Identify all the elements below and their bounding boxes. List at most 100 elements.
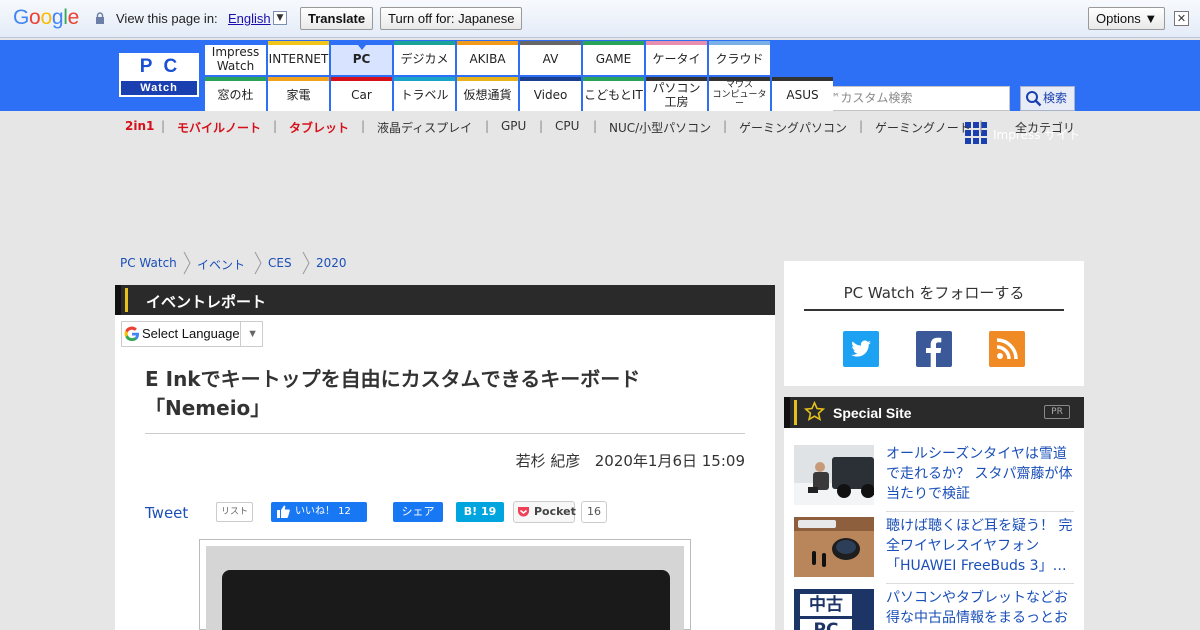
nav-item-label: 仮想通貨 bbox=[463, 87, 512, 102]
section-title: イベントレポート bbox=[146, 293, 267, 311]
facebook-icon[interactable] bbox=[916, 331, 952, 367]
category-link[interactable]: CPU bbox=[555, 119, 579, 133]
view-page-label: View this page in: bbox=[116, 11, 218, 26]
tweet-link[interactable]: Tweet bbox=[145, 504, 188, 522]
nav-item-label: 家電 bbox=[286, 87, 311, 102]
special-item-text: 聴けば聴くほど耳を疑う！ 完全ワイヤレスイヤフォン「HUAWEI FreeBud… bbox=[886, 518, 1073, 574]
turn-off-button[interactable]: Turn off for: Japanese bbox=[380, 7, 523, 30]
special-item-text: パソコンやタブレットなどお得な中古品情報をまるっとお bbox=[886, 590, 1068, 626]
hatena-bookmark-button[interactable]: B! 19 bbox=[456, 502, 504, 522]
nav-item-bottom-7[interactable]: パソコン 工房 bbox=[646, 77, 707, 111]
nav-item-top-7[interactable]: ケータイ bbox=[646, 41, 707, 75]
language-dropdown-icon[interactable]: ▼ bbox=[273, 11, 287, 25]
breadcrumb-item[interactable]: 2020 bbox=[316, 256, 347, 270]
twitter-icon[interactable] bbox=[843, 331, 879, 367]
special-accent-bar bbox=[794, 400, 797, 425]
nav-color-bar bbox=[520, 77, 581, 81]
nav-item-top-6[interactable]: GAME bbox=[583, 41, 644, 75]
language-link[interactable]: English bbox=[228, 11, 271, 26]
lock-icon bbox=[96, 12, 104, 24]
nav-item-bottom-9[interactable]: ASUS bbox=[772, 77, 833, 111]
nav-item-bottom-3[interactable]: トラベル bbox=[394, 77, 455, 111]
nav-color-bar bbox=[583, 41, 644, 45]
all-categories-link[interactable]: 全カテゴリ bbox=[1015, 119, 1075, 136]
category-separator: | bbox=[539, 119, 544, 133]
breadcrumb-item[interactable]: CES bbox=[268, 256, 292, 270]
pr-badge: PR bbox=[1044, 405, 1070, 419]
pocket-label: Pocket bbox=[534, 505, 576, 518]
nav-color-bar bbox=[205, 41, 266, 45]
special-site-title: Special Site bbox=[833, 405, 912, 421]
nav-item-label: ケータイ bbox=[652, 51, 701, 66]
translate-button[interactable]: Translate bbox=[300, 7, 374, 30]
pocket-button[interactable]: Pocket bbox=[513, 501, 576, 523]
special-item-divider bbox=[886, 511, 1074, 512]
category-separator: | bbox=[723, 119, 728, 133]
nav-item-bottom-6[interactable]: こどもとIT bbox=[583, 77, 644, 111]
breadcrumb-item[interactable]: イベント bbox=[197, 256, 245, 273]
nav-item-bottom-8[interactable]: マウス コンピューター bbox=[709, 77, 770, 111]
pc-watch-logo[interactable]: P C Watch bbox=[119, 53, 199, 97]
nav-item-top-4[interactable]: AKIBA bbox=[457, 41, 518, 75]
nav-item-bottom-0[interactable]: 窓の杜 bbox=[205, 77, 266, 111]
follow-title: PC Watch をフォローする bbox=[843, 284, 1025, 302]
category-link[interactable]: 2in1 bbox=[125, 119, 154, 133]
nav-item-bottom-1[interactable]: 家電 bbox=[268, 77, 329, 111]
nav-item-top-5[interactable]: AV bbox=[520, 41, 581, 75]
nav-item-label: ASUS bbox=[786, 87, 819, 102]
category-link[interactable]: GPU bbox=[501, 119, 526, 133]
nav-color-bar bbox=[268, 77, 329, 81]
logo-pc-text: P C bbox=[119, 53, 199, 81]
earbuds-thumbnail bbox=[794, 517, 874, 577]
category-separator: | bbox=[485, 119, 490, 133]
nav-item-label: 窓の杜 bbox=[217, 87, 254, 102]
special-item-text: オールシーズンタイヤは雪道で走れるか？ スタパ齋藤が体当たりで検証 bbox=[886, 446, 1073, 502]
nav-color-bar bbox=[331, 77, 392, 81]
nav-item-label: Car bbox=[351, 87, 372, 102]
nav-item-label: トラベル bbox=[400, 87, 449, 102]
nav-item-bottom-5[interactable]: Video bbox=[520, 77, 581, 111]
follow-box: PC Watch をフォローする bbox=[784, 261, 1084, 386]
category-link[interactable]: ゲーミングパソコン bbox=[739, 119, 847, 136]
byline: 若杉 紀彦 2020年1月6日 15:09 bbox=[516, 450, 745, 471]
google-g-icon bbox=[124, 326, 139, 342]
nav-item-top-3[interactable]: デジカメ bbox=[394, 41, 455, 75]
nav-item-label: AKIBA bbox=[469, 51, 506, 66]
options-button[interactable]: Options ▼ bbox=[1088, 7, 1166, 30]
category-link[interactable]: ゲーミングノート bbox=[875, 119, 971, 136]
category-link[interactable]: タブレット bbox=[289, 119, 349, 136]
follow-divider bbox=[804, 309, 1064, 311]
category-link[interactable]: モバイルノート bbox=[177, 119, 261, 136]
nav-color-bar bbox=[520, 41, 581, 45]
nav-color-bar bbox=[394, 41, 455, 45]
nav-color-bar bbox=[394, 77, 455, 81]
category-link[interactable]: NUC/小型パソコン bbox=[609, 119, 711, 136]
logo-watch-text: Watch bbox=[121, 81, 197, 95]
nav-item-top-0[interactable]: Impress Watch bbox=[205, 41, 266, 75]
photo-background bbox=[206, 546, 684, 630]
article-photo[interactable] bbox=[199, 539, 691, 630]
nav-item-bottom-4[interactable]: 仮想通貨 bbox=[457, 77, 518, 111]
facebook-share-button[interactable]: シェア bbox=[393, 502, 443, 522]
chevron-right-icon bbox=[183, 251, 191, 275]
close-icon[interactable]: ✕ bbox=[1174, 11, 1189, 26]
breadcrumb-item[interactable]: PC Watch bbox=[120, 256, 177, 270]
nav-item-bottom-2[interactable]: Car bbox=[331, 77, 392, 111]
nav-color-bar bbox=[205, 77, 266, 81]
pocket-count: 16 bbox=[581, 501, 607, 523]
rss-icon[interactable] bbox=[989, 331, 1025, 367]
section-header: イベントレポート bbox=[115, 285, 775, 315]
nav-item-label: デジカメ bbox=[400, 51, 449, 66]
facebook-like-button[interactable]: いいね！ 12 bbox=[271, 502, 367, 522]
twitter-list-button[interactable]: リスト bbox=[216, 502, 254, 522]
nav-item-top-1[interactable]: INTERNET bbox=[268, 41, 329, 75]
google-logo: Google bbox=[13, 6, 79, 30]
nav-item-top-8[interactable]: クラウド bbox=[709, 41, 770, 75]
select-language-dropdown[interactable]: Select Language ▼ bbox=[121, 321, 263, 347]
category-separator: | bbox=[593, 119, 598, 133]
category-link[interactable]: 液晶ディスプレイ bbox=[377, 119, 472, 136]
nav-item-label: INTERNET bbox=[268, 51, 329, 66]
nav-color-bar bbox=[457, 77, 518, 81]
search-button[interactable]: 検索 bbox=[1020, 86, 1075, 111]
category-bar: 2in1 | モバイルノート | タブレット | 液晶ディスプレイ | GPU | CPU | NUC/… bbox=[0, 111, 1200, 139]
